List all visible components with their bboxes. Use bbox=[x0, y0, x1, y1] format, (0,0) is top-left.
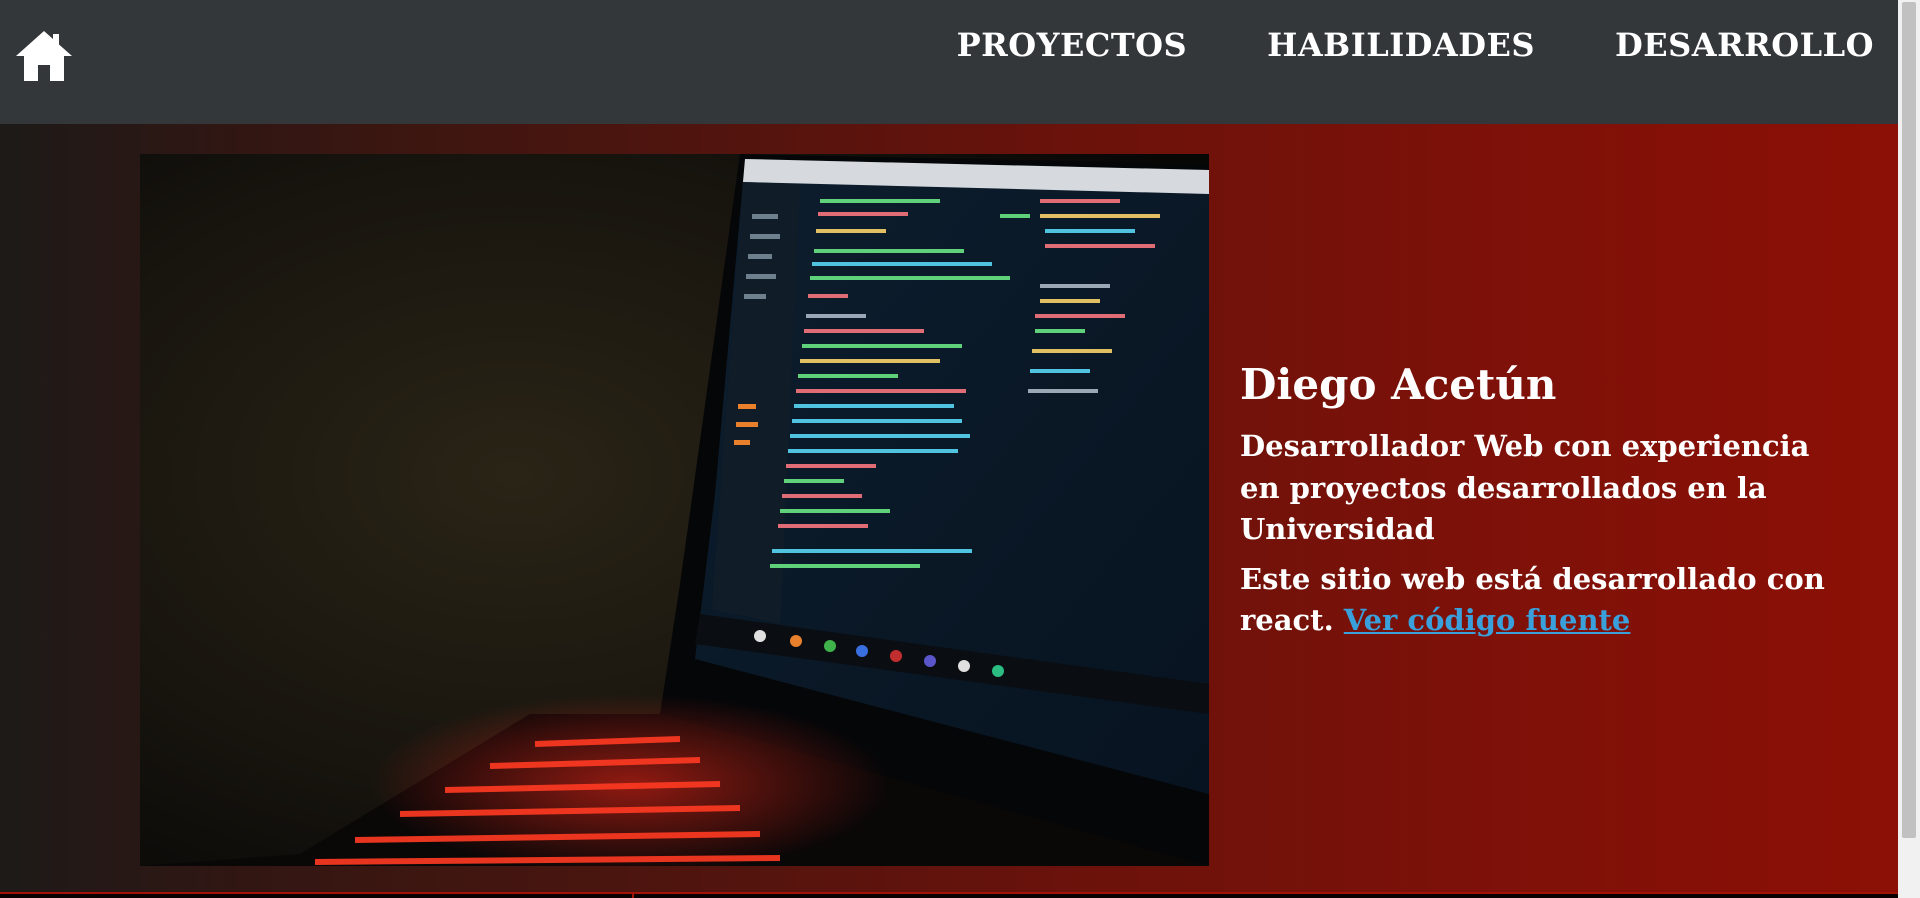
section-divider bbox=[632, 894, 634, 898]
navbar: PROYECTOS HABILIDADES DESARROLLO bbox=[0, 0, 1898, 124]
nav-links: PROYECTOS HABILIDADES DESARROLLO bbox=[957, 26, 1874, 64]
hero-photo bbox=[140, 154, 1209, 866]
hero-note: Este sitio web está desarrollado con rea… bbox=[1240, 559, 1840, 642]
next-section-edge bbox=[0, 892, 1898, 898]
hero-section: Diego Acetún Desarrollador Web con exper… bbox=[0, 124, 1898, 898]
hero-description: Desarrollador Web con experiencia en pro… bbox=[1240, 429, 1810, 547]
hero-name: Diego Acetún bbox=[1240, 360, 1557, 409]
scrollbar-thumb[interactable] bbox=[1902, 2, 1916, 838]
laptop-code-photo bbox=[140, 154, 1209, 866]
source-code-link[interactable]: Ver código fuente bbox=[1344, 603, 1631, 637]
home-link[interactable] bbox=[14, 28, 74, 84]
nav-link-desarrollo[interactable]: DESARROLLO bbox=[1615, 26, 1874, 64]
nav-link-habilidades[interactable]: HABILIDADES bbox=[1267, 26, 1535, 64]
nav-link-proyectos[interactable]: PROYECTOS bbox=[957, 26, 1188, 64]
hero-text: Diego Acetún Desarrollador Web con exper… bbox=[1240, 360, 1840, 642]
home-icon bbox=[16, 31, 72, 81]
